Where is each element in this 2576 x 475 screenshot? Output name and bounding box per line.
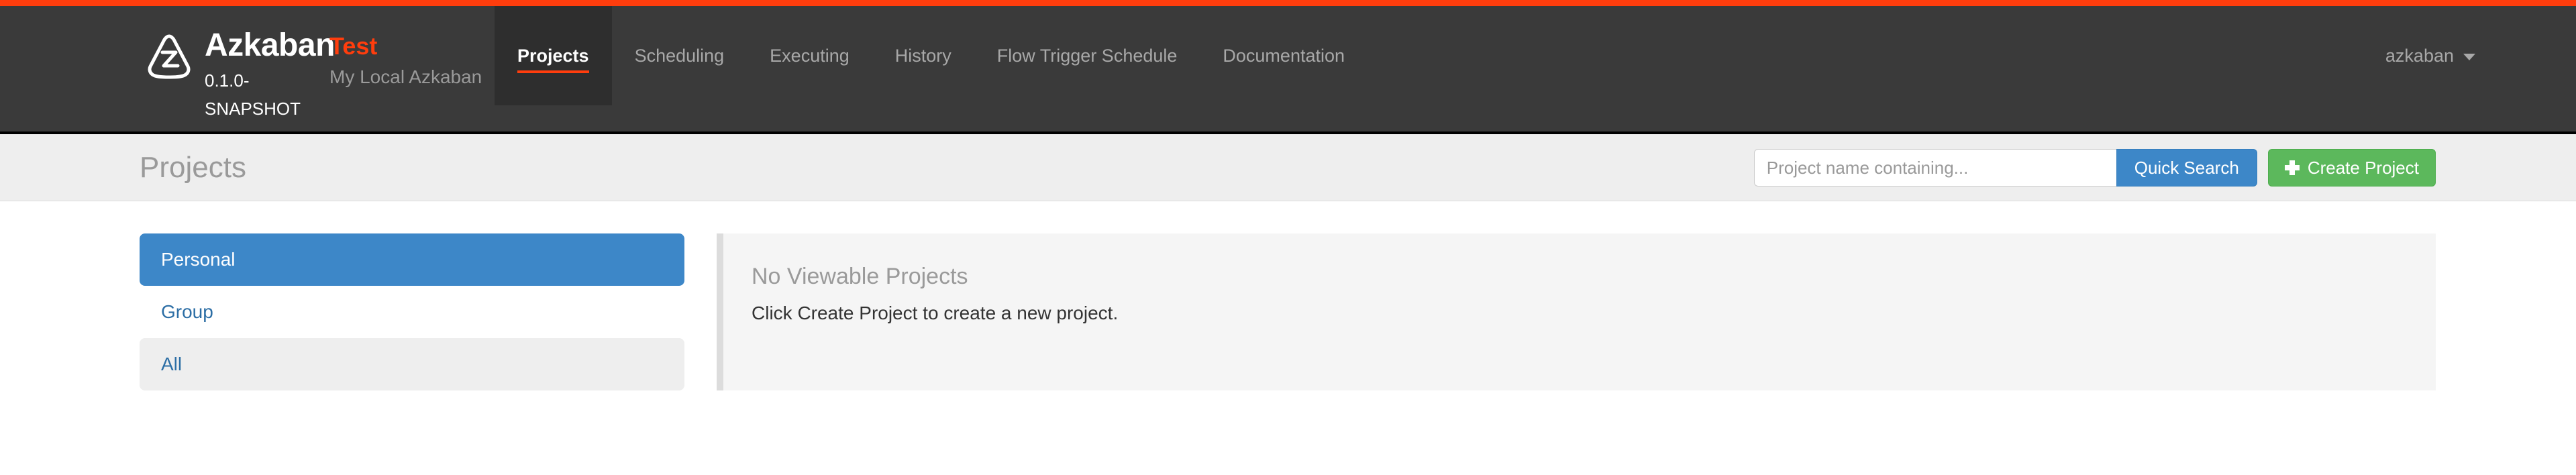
- chevron-down-icon: [2463, 54, 2475, 60]
- sidebar-item-label: Group: [161, 301, 213, 322]
- empty-state-panel: No Viewable Projects Click Create Projec…: [717, 233, 2436, 390]
- plus-icon: [2284, 160, 2300, 175]
- search-input[interactable]: [1753, 149, 2116, 187]
- sidebar-item-personal[interactable]: Personal: [140, 233, 684, 286]
- sidebar-item-group[interactable]: Group: [140, 286, 684, 338]
- instance-name: Test: [329, 32, 378, 60]
- user-menu-label: azkaban: [2385, 45, 2454, 66]
- project-filter-sidebar: Personal Group All: [140, 233, 684, 390]
- quick-search-button[interactable]: Quick Search: [2116, 149, 2257, 187]
- page-header-band: Projects Quick Search Create Project: [0, 134, 2576, 201]
- nav-links: Projects Scheduling Executing History Fl…: [495, 6, 1368, 105]
- instance-info: Test My Local Azkaban: [329, 6, 484, 91]
- azkaban-logo-icon: [144, 32, 194, 81]
- user-menu[interactable]: azkaban: [2385, 6, 2576, 105]
- create-project-label: Create Project: [2307, 157, 2419, 178]
- page-title: Projects: [140, 150, 246, 184]
- search-group: Quick Search: [1753, 149, 2257, 187]
- nav-item-history[interactable]: History: [872, 6, 974, 105]
- nav-item-flow-trigger-schedule[interactable]: Flow Trigger Schedule: [974, 6, 1200, 105]
- brand-version: 0.1.0-SNAPSHOT: [205, 70, 301, 119]
- top-accent-bar: [0, 0, 2576, 6]
- nav-item-projects[interactable]: Projects: [495, 6, 612, 105]
- header-controls: Quick Search Create Project: [1753, 149, 2436, 187]
- nav-item-scheduling[interactable]: Scheduling: [612, 6, 748, 105]
- create-project-button[interactable]: Create Project: [2267, 149, 2436, 187]
- sidebar-item-label: Personal: [161, 249, 236, 270]
- empty-state-message: Click Create Project to create a new pro…: [752, 303, 1119, 323]
- nav-item-documentation[interactable]: Documentation: [1200, 6, 1368, 105]
- top-navigation-bar: Azkaban 0.1.0-SNAPSHOT Test My Local Azk…: [0, 6, 2576, 134]
- sidebar-item-all[interactable]: All: [140, 338, 684, 390]
- content-area: Personal Group All No Viewable Projects …: [0, 201, 2576, 390]
- nav-item-executing[interactable]: Executing: [747, 6, 872, 105]
- brand-name: Azkaban: [205, 28, 335, 63]
- empty-state-title: No Viewable Projects: [752, 264, 968, 289]
- brand-block[interactable]: Azkaban 0.1.0-SNAPSHOT: [0, 6, 339, 123]
- sidebar-item-label: All: [161, 354, 183, 374]
- instance-description: My Local Azkaban: [329, 66, 482, 87]
